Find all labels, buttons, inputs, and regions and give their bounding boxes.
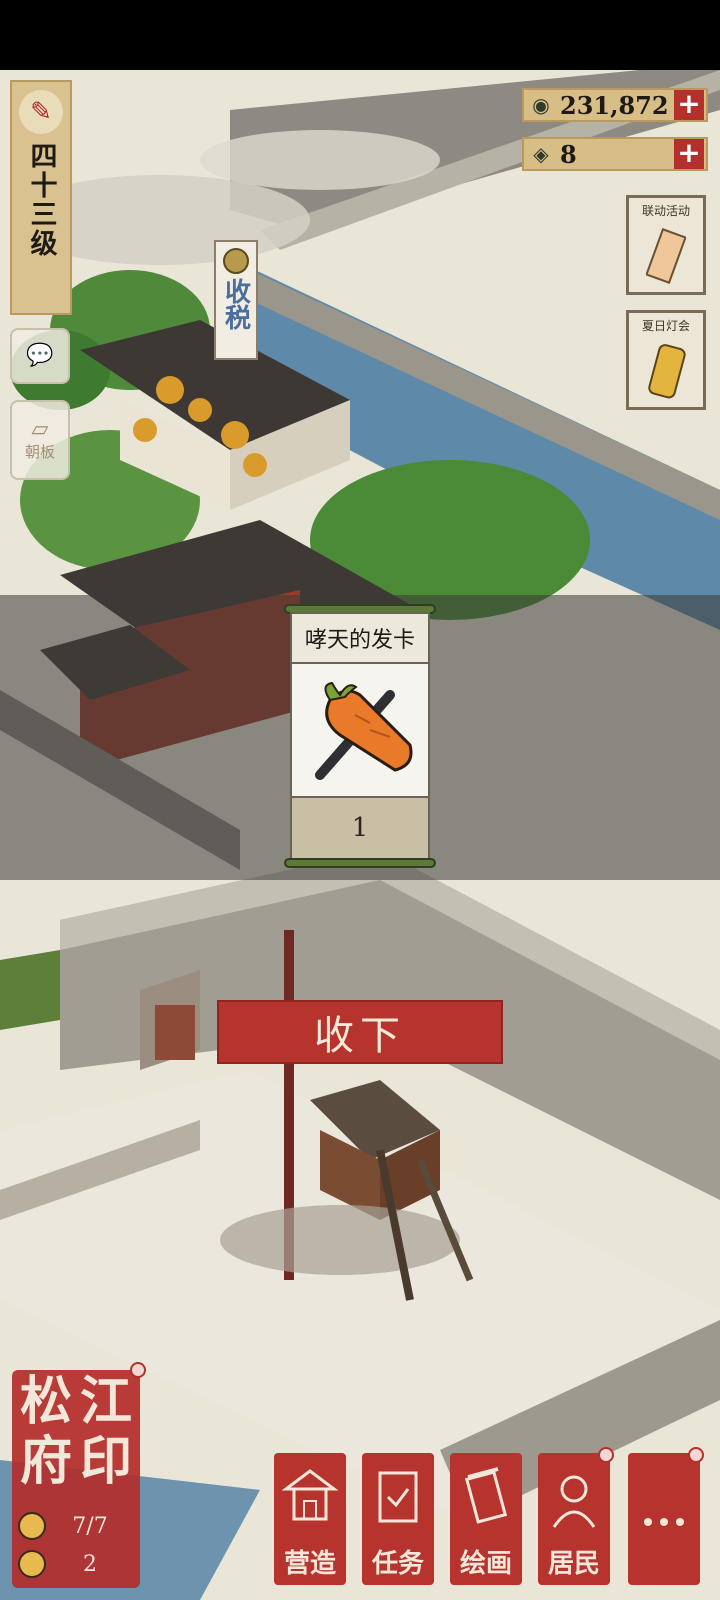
seal-char: 印 <box>79 1431 132 1492</box>
court-board-button[interactable]: ▱ 朝板 <box>10 400 70 480</box>
gold-face-icon <box>18 1550 46 1578</box>
court-board-icon: ▱ <box>31 416 49 442</box>
resident-face-icon <box>18 1512 46 1540</box>
city-seal-panel[interactable]: 松 江 府 印 7/7 2 <box>12 1362 146 1588</box>
add-coins-button[interactable]: + <box>674 90 704 120</box>
collab-event-label: 联动活动 <box>641 204 690 218</box>
summer-lantern-label: 夏日灯会 <box>641 319 690 333</box>
city-seal-title: 松 江 府 印 <box>16 1372 136 1492</box>
notification-dot <box>688 1447 704 1463</box>
chat-button[interactable]: 💬 <box>10 328 70 384</box>
scroll-value: 8 <box>560 139 577 169</box>
task-book-icon <box>368 1459 428 1537</box>
menu-tasks-button[interactable]: 任务 <box>362 1453 434 1585</box>
coin-value: 231,872 <box>560 90 669 120</box>
menu-painting-label: 绘画 <box>459 1549 512 1579</box>
scroll-bottom-rod <box>284 858 436 868</box>
seal-char: 江 <box>79 1371 132 1432</box>
coin-icon: ◉ <box>532 93 550 117</box>
stat-row: 2 <box>18 1548 134 1580</box>
add-scrolls-button[interactable]: + <box>674 139 704 169</box>
brush-icon: ✎ <box>19 90 63 134</box>
collab-event-card[interactable]: 联动活动 <box>626 195 706 295</box>
court-board-label: 朝板 <box>24 442 55 461</box>
reward-count: 1 <box>292 798 428 858</box>
menu-residents-button[interactable]: 居民 <box>538 1447 614 1585</box>
reward-paper: 哮天的发卡 1 <box>290 612 430 860</box>
menu-tasks-label: 任务 <box>371 1549 424 1579</box>
menu-residents-label: 居民 <box>547 1549 600 1579</box>
collect-tax-label: 收税 <box>220 278 251 330</box>
resident-icon <box>544 1459 604 1537</box>
menu-build-button[interactable]: 营造 <box>274 1453 346 1585</box>
player-level-plaque[interactable]: ✎ 四十三级 <box>10 80 72 315</box>
notification-dot <box>598 1447 614 1463</box>
more-icon <box>634 1483 694 1561</box>
menu-more-button[interactable] <box>628 1447 704 1585</box>
residents-value: 7/7 <box>72 1513 108 1539</box>
coin-counter: ◉ 231,872 + <box>522 88 708 122</box>
collect-tax-sign[interactable]: 收税 <box>214 240 258 360</box>
residents-row: 7/7 <box>18 1510 134 1542</box>
scroll-counter: ◈ 8 + <box>522 137 708 171</box>
ticket-icon <box>646 219 686 292</box>
accept-reward-button[interactable]: 收下 <box>217 1000 503 1064</box>
menu-build-label: 营造 <box>283 1549 336 1579</box>
menu-painting-button[interactable]: 绘画 <box>450 1453 522 1585</box>
reward-title: 哮天的发卡 <box>304 628 415 653</box>
painting-scroll-icon <box>456 1459 516 1537</box>
stat-value: 2 <box>83 1551 97 1577</box>
summer-lantern-event-card[interactable]: 夏日灯会 <box>626 310 706 410</box>
seal-char: 府 <box>19 1431 72 1492</box>
chat-bubble-icon: 💬 <box>26 343 54 368</box>
seal-char: 松 <box>19 1371 72 1432</box>
player-level-text: 四十三级 <box>25 142 57 258</box>
carrot-hairpin-icon <box>292 662 428 798</box>
notification-dot <box>130 1362 146 1378</box>
building-icon <box>280 1459 340 1537</box>
lantern-icon <box>644 334 688 407</box>
reward-scroll: 哮天的发卡 1 <box>284 604 436 868</box>
scroll-icon: ◈ <box>533 142 549 166</box>
tax-coin-icon <box>223 248 249 274</box>
